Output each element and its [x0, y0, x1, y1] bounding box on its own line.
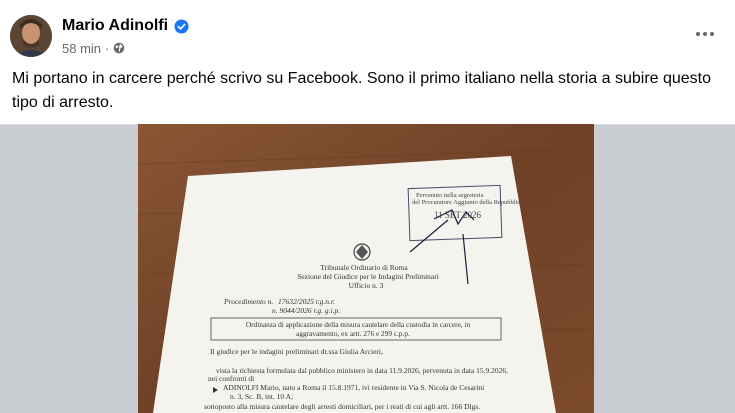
avatar[interactable] — [10, 15, 52, 57]
document-body-line: vista la richiesta formulata dal pubblic… — [216, 366, 508, 375]
document-body-line: n. 3, Sc. B, int. 10 A; — [230, 392, 293, 401]
italian-republic-emblem-icon — [353, 243, 371, 261]
proceeding-number: 17632/2025 r.g.n.r. — [278, 297, 335, 306]
meta-separator: · — [105, 40, 110, 56]
more-options-button[interactable] — [693, 22, 717, 46]
post-card: Mario Adinolfi 58 min · Mi portano in ca… — [0, 0, 735, 125]
gip-number: n. 9044/2026 r.g. g.i.p. — [272, 306, 340, 315]
stamp-line-2: del Procuratore Aggiunto della Repubblic… — [412, 199, 523, 206]
post-text: Mi portano in carcere perché scrivo su F… — [12, 70, 712, 111]
court-name: Tribunale Ordinario di Roma — [320, 263, 408, 272]
stamp-line-1: Pervenuto nella segreteria — [416, 192, 484, 199]
verified-badge-icon — [174, 19, 189, 34]
document-body-line: nei confronti di — [208, 374, 254, 383]
court-document-photo: Pervenuto nella segreteria del Procurato… — [138, 124, 594, 413]
court-section: Sezione del Giudice per le Indagini Prel… — [297, 272, 439, 281]
order-title-line-1: Ordinanza di applicazione della misura c… — [246, 320, 471, 329]
post-photo[interactable]: Pervenuto nella segreteria del Procurato… — [138, 124, 594, 413]
proceeding-label: Procedimento n. — [223, 297, 273, 306]
document-body-line: sottoposto alla misura cautelare degli a… — [204, 402, 480, 411]
post-meta: 58 min · — [62, 40, 125, 56]
author-name[interactable]: Mario Adinolfi — [62, 17, 168, 35]
more-options-icon — [696, 32, 714, 36]
document-body-line: Il giudice per le indagini preliminari d… — [210, 347, 383, 356]
court-office: Ufficio n. 3 — [349, 281, 384, 290]
avatar-photo-icon — [10, 15, 52, 57]
document-body-line: ADINOLFI Mario, nato a Roma il 15.8.1971… — [223, 383, 484, 392]
post-timestamp[interactable]: 58 min — [62, 41, 101, 56]
globe-icon[interactable] — [113, 42, 125, 54]
order-title-line-2: aggravamento, ex artt. 276 e 299 c.p.p. — [296, 329, 410, 338]
